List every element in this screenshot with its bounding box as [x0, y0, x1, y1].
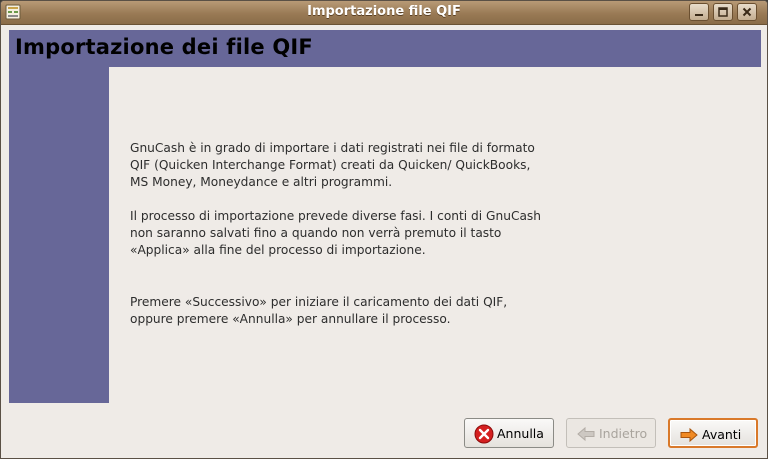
- close-icon: [742, 7, 752, 17]
- page-title: Importazione dei file QIF: [15, 35, 313, 59]
- cancel-button-label: Annulla: [497, 426, 544, 441]
- window-title: Importazione file QIF: [307, 4, 461, 19]
- cancel-icon: [474, 424, 494, 444]
- maximize-icon: [718, 7, 728, 17]
- close-window-button[interactable]: [737, 3, 757, 21]
- back-button[interactable]: Indietro: [566, 418, 656, 448]
- intro-paragraph: GnuCash è in grado di importare i dati r…: [130, 141, 535, 189]
- arrow-right-icon: [679, 425, 699, 445]
- minimize-icon: [695, 14, 703, 16]
- page-header: Importazione dei file QIF: [9, 30, 761, 67]
- back-button-label: Indietro: [599, 426, 648, 441]
- import-qif-dialog: Importazione file QIF Importazione dei f…: [0, 0, 768, 459]
- title-bar[interactable]: Importazione file QIF: [1, 1, 767, 25]
- side-panel: [9, 67, 109, 403]
- process-paragraph: Il processo di importazione prevede dive…: [130, 209, 541, 257]
- cancel-button[interactable]: Annulla: [464, 418, 554, 448]
- minimize-button[interactable]: [689, 3, 709, 21]
- forward-button-label: Avanti: [702, 427, 742, 442]
- arrow-left-icon: [576, 424, 596, 444]
- forward-button[interactable]: Avanti: [668, 418, 758, 448]
- instructions-paragraph: Premere «Successivo» per iniziare il car…: [130, 295, 508, 326]
- maximize-button[interactable]: [713, 3, 733, 21]
